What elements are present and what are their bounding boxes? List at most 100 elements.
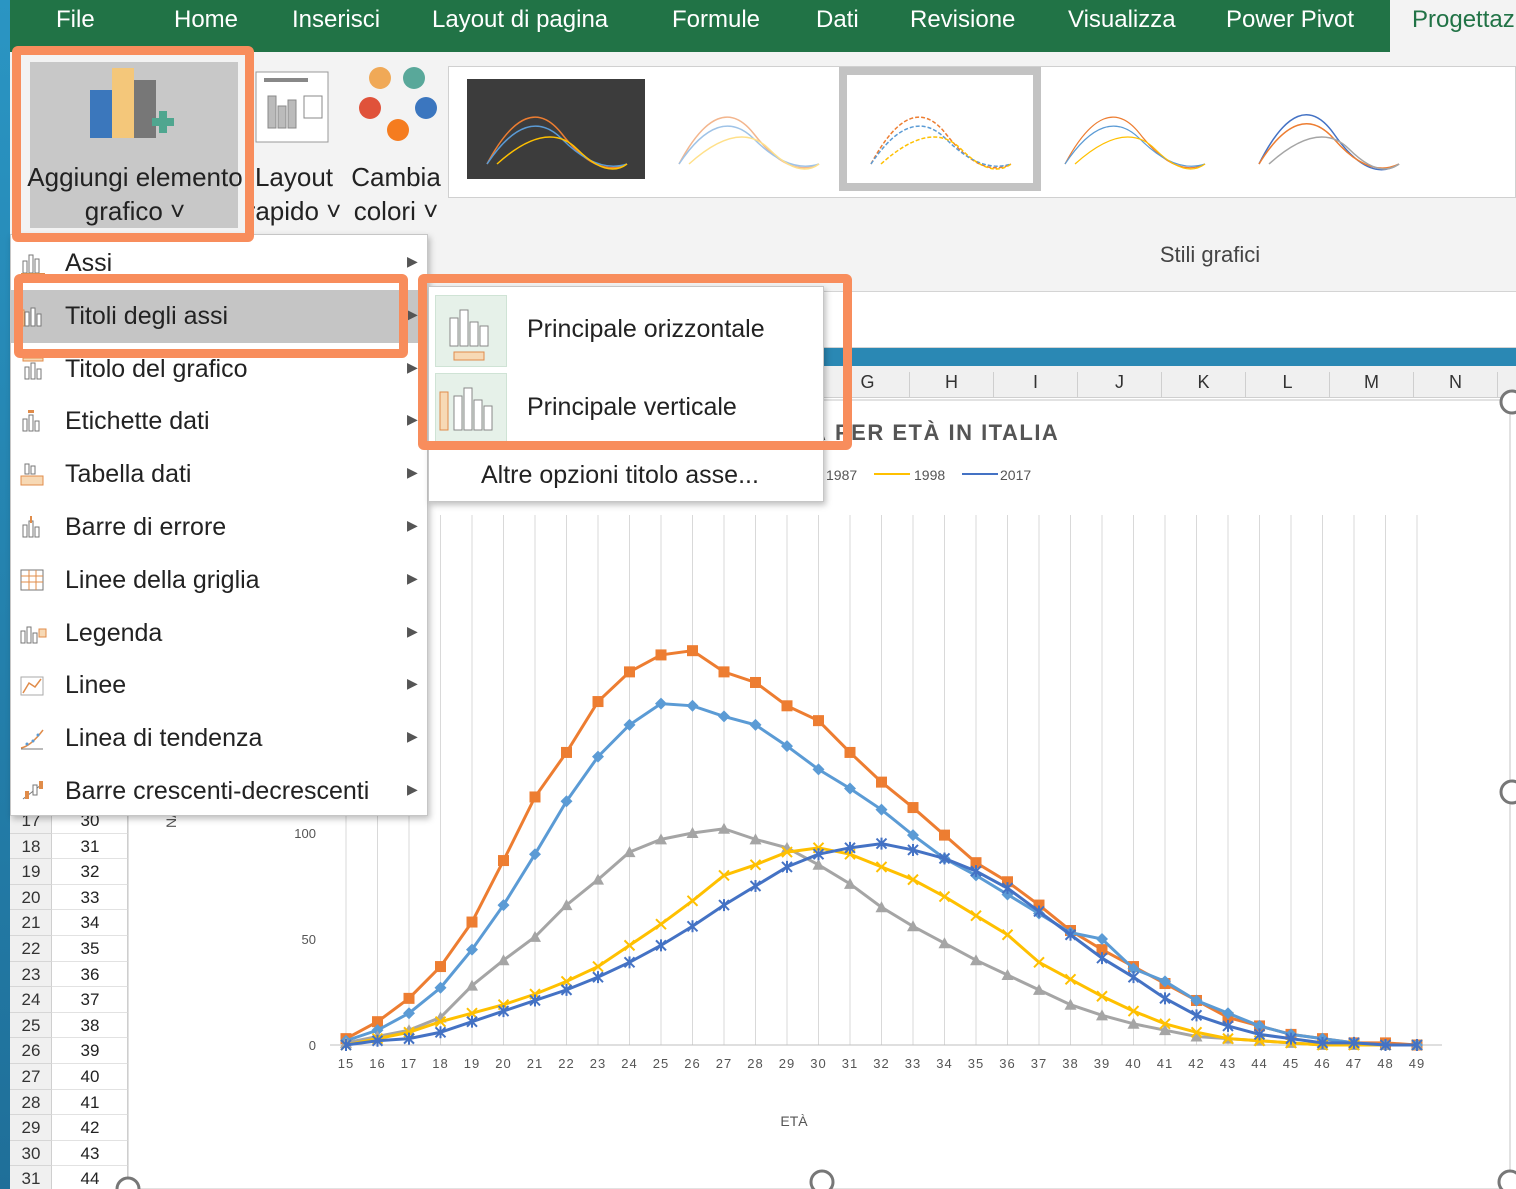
primary-vertical-axis-title-icon [435, 373, 507, 445]
menu-item-chart-title[interactable]: Titolo del grafico ▶ [11, 343, 429, 396]
data-point[interactable] [781, 700, 793, 712]
data-point[interactable] [907, 802, 919, 814]
data-point[interactable] [876, 776, 887, 788]
menu-item-data-table[interactable]: Tabella dati ▶ [11, 448, 429, 501]
x-tick-label: 34 [936, 1056, 952, 1071]
x-tick-label: 30 [810, 1056, 826, 1071]
menu-item-trendline[interactable]: Linea di tendenza ▶ [11, 712, 429, 765]
submenu-arrow-icon: ▶ [407, 358, 418, 375]
data-point[interactable] [435, 961, 446, 973]
legend-label-1987: 1987 [826, 467, 857, 483]
add-chart-element-menu: Assi ▶ Titoli degli assi ▶ Titolo del grafic… [10, 234, 429, 818]
menu-item-label: Barre di errore [65, 513, 227, 541]
y-tick-label: 0 [309, 1038, 316, 1053]
lines-icon [19, 673, 47, 697]
x-axis-title[interactable]: ETÀ [780, 1113, 808, 1129]
y-tick-label: 100 [294, 826, 316, 841]
submenu-arrow-icon: ▶ [407, 728, 418, 745]
data-point[interactable] [718, 666, 730, 678]
submenu-arrow-icon: ▶ [407, 411, 418, 428]
menu-item-lines[interactable]: Linee ▶ [11, 659, 429, 712]
submenu-item-primary-horizontal[interactable]: Principale orizzontale [429, 291, 825, 369]
data-point[interactable] [750, 676, 761, 688]
data-point[interactable] [687, 645, 698, 657]
submenu-arrow-icon: ▶ [407, 517, 418, 533]
x-tick-label: 36 [999, 1056, 1015, 1071]
x-tick-label: 37 [1031, 1056, 1047, 1071]
primary-horizontal-axis-title-icon [435, 295, 507, 367]
x-tick-label: 15 [338, 1056, 354, 1071]
x-tick-label: 27 [716, 1056, 732, 1071]
submenu-arrow-icon: ▶ [407, 305, 418, 322]
axis-titles-submenu: Principale orizzontale Principale vertic… [428, 286, 825, 502]
primary-horizontal-label: Principale orizzontale [527, 315, 765, 343]
data-point[interactable] [561, 746, 572, 758]
legend-label-2017: 2017 [1000, 467, 1031, 483]
data-point[interactable] [592, 696, 604, 708]
chart-title[interactable]: À PER ETÀ IN ITALIA [810, 420, 1059, 445]
menu-item-label: Linee della griglia [65, 565, 260, 594]
x-tick-label: 47 [1346, 1056, 1362, 1071]
data-point[interactable] [844, 746, 856, 758]
x-tick-label: 43 [1220, 1056, 1236, 1071]
x-tick-label: 44 [1251, 1056, 1267, 1071]
x-tick-label: 28 [747, 1056, 763, 1071]
primary-vertical-label: Principale verticale [527, 393, 737, 421]
submenu-arrow-icon: ▶ [407, 781, 418, 797]
x-tick-label: 18 [432, 1056, 448, 1071]
submenu-arrow-icon: ▶ [407, 464, 418, 481]
x-tick-label: 20 [495, 1056, 511, 1071]
legend-icon [19, 621, 47, 645]
menu-item-legend[interactable]: Legenda ▶ [11, 607, 429, 660]
chart-resize-handle-bottom-left[interactable] [115, 1176, 141, 1189]
data-point[interactable] [529, 791, 541, 803]
data-point[interactable] [403, 992, 415, 1004]
menu-item-label: Etichette dati [65, 407, 210, 436]
x-tick-label: 29 [779, 1056, 795, 1071]
x-tick-label: 45 [1283, 1056, 1299, 1071]
data-point[interactable] [939, 829, 950, 841]
data-point[interactable] [498, 855, 509, 867]
submenu-separator [429, 447, 825, 448]
chart-resize-handle-top-right[interactable] [1499, 389, 1516, 415]
menu-item-label: Titoli degli assi [65, 301, 229, 330]
x-tick-label: 31 [842, 1056, 858, 1071]
menu-item-label: Legenda [65, 618, 163, 647]
legend-label-1998: 1998 [914, 467, 945, 483]
data-point[interactable] [624, 666, 635, 678]
menu-item-label: Assi [65, 249, 113, 277]
menu-item-gridlines[interactable]: Linee della griglia ▶ [11, 554, 429, 607]
submenu-arrow-icon: ▶ [407, 253, 418, 269]
chart-resize-handle-bottom-right[interactable] [1497, 1169, 1516, 1189]
menu-item-label: Tabella dati [65, 460, 192, 489]
x-tick-label: 48 [1377, 1056, 1393, 1071]
more-axis-title-options[interactable]: Altre opzioni titolo asse... [481, 461, 759, 490]
x-tick-label: 26 [684, 1056, 700, 1071]
trendline-icon [19, 726, 47, 750]
x-tick-label: 40 [1125, 1056, 1141, 1071]
data-point[interactable] [813, 715, 824, 727]
x-tick-label: 38 [1062, 1056, 1078, 1071]
data-point[interactable] [655, 649, 667, 661]
chart-resize-handle-right[interactable] [1499, 779, 1516, 805]
menu-item-data-labels[interactable]: Etichette dati ▶ [11, 395, 429, 448]
submenu-item-primary-vertical[interactable]: Principale verticale [429, 369, 825, 447]
data-labels-icon [19, 409, 47, 433]
menu-item-up-down-bars[interactable]: Barre crescenti-decrescenti ▶ [11, 765, 429, 818]
menu-item-error-bars[interactable]: Barre di errore ▶ [11, 501, 429, 554]
error-bars-icon [19, 515, 47, 539]
x-axis-tick-labels: 15 16 17 18 19 20 21 22 23 24 25 26 27 28 29 30 31 32 33 34… [338, 1056, 1424, 1071]
x-tick-label: 19 [464, 1056, 480, 1071]
x-tick-label: 46 [1314, 1056, 1330, 1071]
menu-item-label: Linea di tendenza [65, 724, 263, 753]
chart-title-icon [19, 357, 47, 381]
x-tick-label: 16 [369, 1056, 385, 1071]
submenu-arrow-icon: ▶ [407, 622, 418, 639]
data-point[interactable] [466, 916, 478, 928]
menu-item-label: Linee [65, 671, 127, 700]
axes-icon [19, 251, 47, 275]
x-tick-label: 22 [558, 1056, 574, 1071]
menu-item-axes[interactable]: Assi ▶ [11, 237, 429, 290]
chart-resize-handle-bottom[interactable] [809, 1169, 835, 1189]
menu-item-axis-titles[interactable]: Titoli degli assi ▶ [11, 289, 429, 343]
